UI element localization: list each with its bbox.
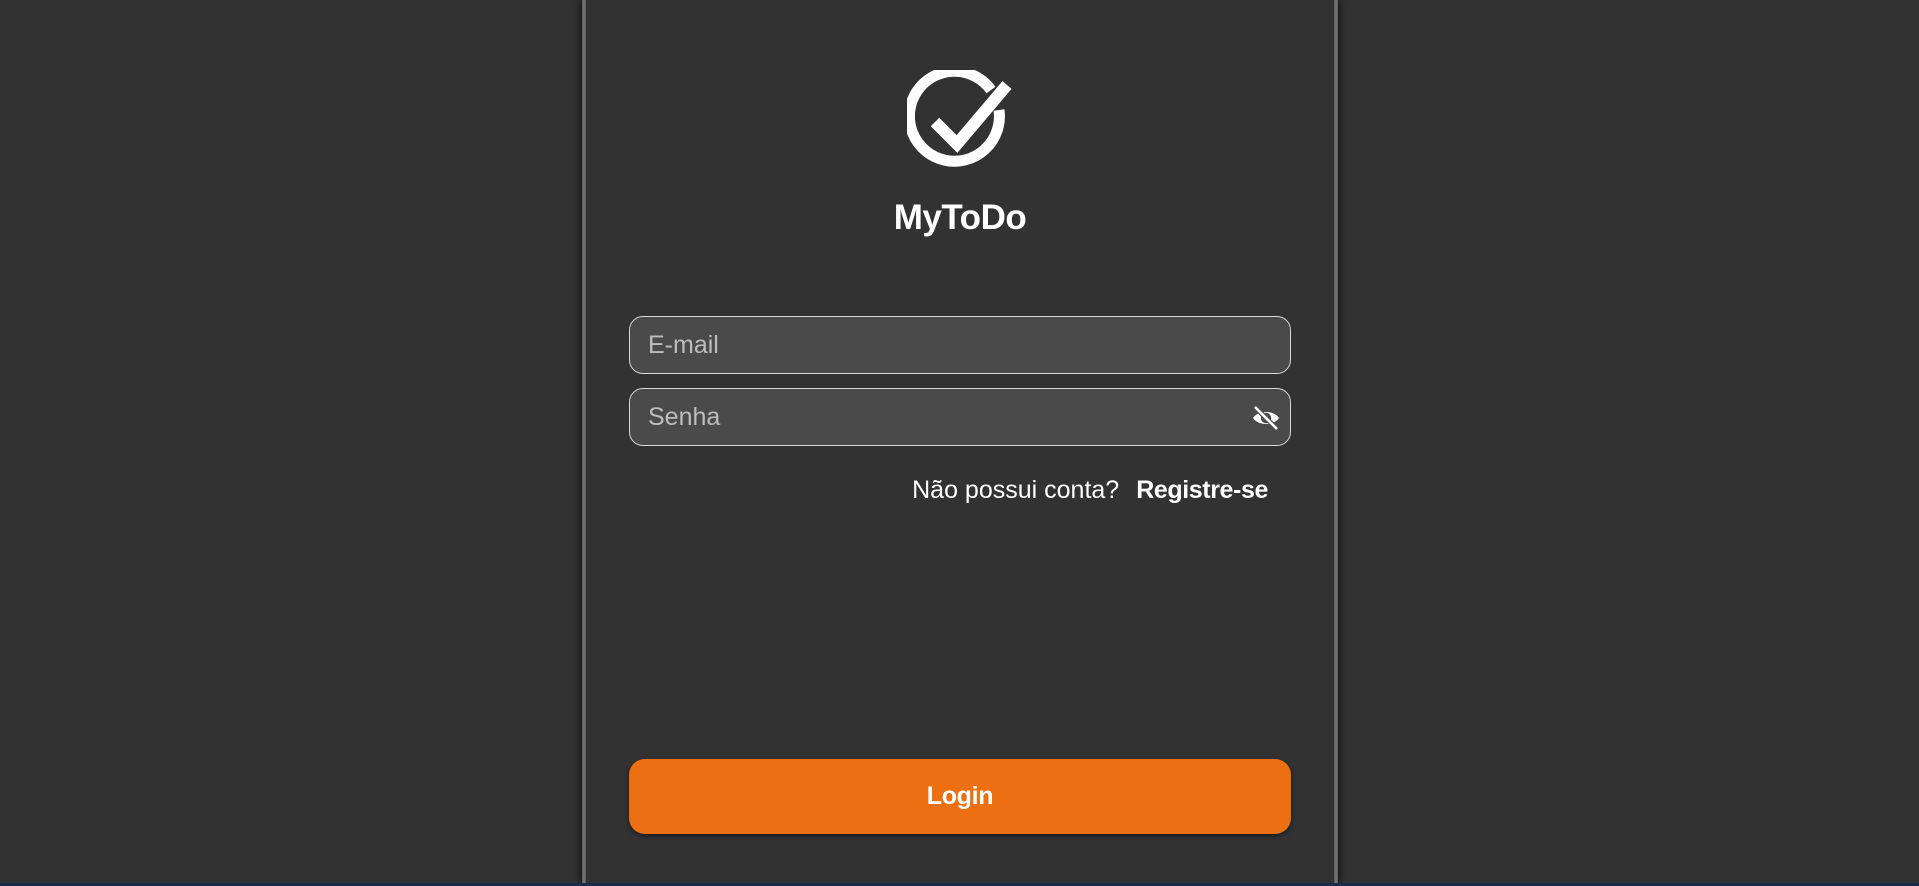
register-prompt: Não possui conta? — [912, 476, 1120, 504]
register-row: Não possui conta? Registre-se — [912, 476, 1268, 505]
eye-off-icon[interactable] — [1250, 402, 1282, 434]
login-button[interactable]: Login — [629, 759, 1291, 834]
app-title: MyToDo — [893, 198, 1027, 237]
app-window: MyToDo Não possui conta? Registre-se Log… — [0, 0, 1919, 886]
register-link[interactable]: Registre-se — [1136, 476, 1268, 505]
email-field-container — [629, 316, 1291, 374]
password-input[interactable] — [648, 389, 1248, 445]
email-input[interactable] — [648, 317, 1248, 373]
password-field-container — [629, 388, 1291, 446]
login-panel: MyToDo Não possui conta? Registre-se Log… — [582, 0, 1338, 883]
check-circle-icon — [907, 70, 1012, 167]
